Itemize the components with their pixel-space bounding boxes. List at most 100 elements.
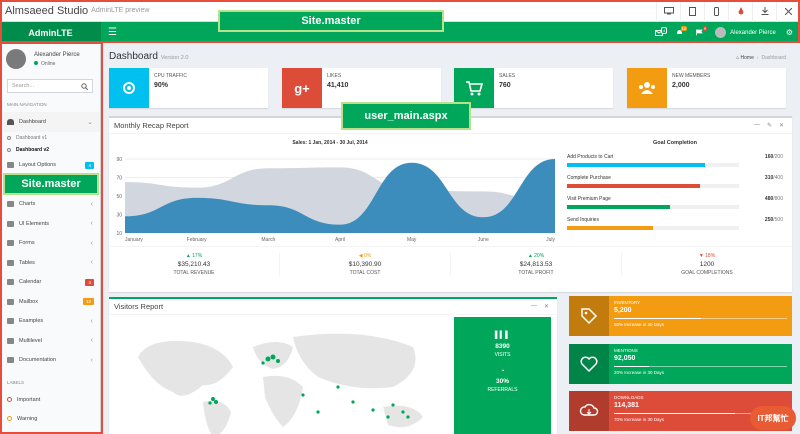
world-map bbox=[138, 333, 423, 434]
close-icon[interactable]: ✕ bbox=[544, 303, 549, 310]
breadcrumb-current: Dashboard bbox=[761, 55, 786, 61]
google-plus-icon: g+ bbox=[282, 68, 322, 108]
stat-value: $24,813.53 bbox=[519, 261, 553, 268]
heart-icon bbox=[569, 344, 609, 384]
goal-total: /400 bbox=[773, 175, 783, 181]
annotation-site-master-left: Site.master bbox=[3, 173, 99, 195]
users-icon bbox=[627, 68, 667, 108]
y-tick-label: 30 bbox=[116, 213, 122, 219]
pie-icon: ◔ bbox=[500, 368, 505, 375]
y-tick-label: 70 bbox=[116, 176, 122, 182]
box-title: Visitors Report bbox=[114, 302, 164, 311]
x-tick-label: January bbox=[125, 237, 143, 243]
info-box-cpu-traffic: CPU TRAFFIC 90% bbox=[109, 68, 268, 108]
recap-stat: ◀ 0% $10,390.90 TOTAL COST bbox=[280, 253, 451, 276]
stat-change: 17% bbox=[192, 253, 203, 259]
x-tick-label: June bbox=[478, 237, 489, 243]
stat-value: $10,390.90 bbox=[348, 261, 382, 268]
stat-change: 20% bbox=[534, 253, 545, 259]
y-tick-label: 90 bbox=[116, 157, 122, 163]
progress-bar bbox=[614, 366, 787, 367]
info-box-label: SALES bbox=[499, 73, 516, 79]
progress-bar bbox=[567, 205, 739, 209]
stat-box-value: 5,200 bbox=[614, 307, 632, 314]
progress-bar bbox=[567, 226, 739, 230]
visitors-report-box: Visitors Report — ✕ ▌▍▌ 8390 VISITS ◔ 30%… bbox=[109, 297, 557, 434]
breadcrumb: ⌂ Home › Dashboard bbox=[736, 55, 786, 61]
info-box-value: 41,410 bbox=[327, 82, 349, 89]
caret-up-icon: ▲ bbox=[527, 253, 533, 259]
x-tick-label: May bbox=[407, 237, 417, 243]
bars-icon: ▌▍▌ bbox=[494, 332, 511, 339]
annotation-user-main: user_main.aspx bbox=[341, 102, 471, 130]
stat-label: TOTAL REVENUE bbox=[173, 270, 215, 276]
recap-stat: ▼ 18% 1200 GOAL COMPLETIONS bbox=[622, 253, 792, 276]
info-box-value: 90% bbox=[154, 82, 169, 89]
referrals-value: 30% bbox=[495, 378, 509, 385]
x-tick-label: February bbox=[187, 237, 208, 243]
goal-total: /500 bbox=[773, 217, 783, 223]
goal-total: /200 bbox=[773, 154, 783, 160]
collapse-icon[interactable]: — bbox=[531, 303, 537, 310]
goal-title: Goal Completion bbox=[653, 140, 697, 146]
goal-progress: Complete Purchase 310/400 bbox=[567, 175, 783, 196]
breadcrumb-home[interactable]: Home bbox=[741, 55, 754, 61]
box-title: Monthly Recap Report bbox=[114, 121, 189, 130]
stat-value: 1200 bbox=[699, 261, 715, 268]
home-icon: ⌂ bbox=[736, 55, 740, 61]
sales-chart: 90 70 50 30 10January February March April May Ju… bbox=[116, 157, 555, 243]
tag-icon bbox=[569, 296, 609, 336]
stat-box-label: DOWNLOADS bbox=[614, 395, 644, 400]
visitors-stats-panel: ▌▍▌ 8390 VISITS ◔ 30% REFERRALS bbox=[454, 317, 551, 434]
stat-label: TOTAL PROFIT bbox=[518, 270, 554, 276]
stat-box-inventory: INVENTORY 5,200 50% Increase in 30 Days bbox=[569, 296, 792, 336]
watermark: IT邦幫忙 bbox=[750, 406, 796, 430]
goal-total: /800 bbox=[773, 196, 783, 202]
page-title: Dashboard Version 2.0 bbox=[109, 51, 189, 62]
stat-box-mentions: MENTIONS 92,050 20% Increase in 30 Days bbox=[569, 344, 792, 384]
info-box-value: 2,000 bbox=[672, 82, 690, 89]
collapse-icon[interactable]: — bbox=[754, 122, 760, 129]
x-tick-label: July bbox=[546, 237, 555, 243]
stat-value: $35,210.43 bbox=[177, 261, 211, 268]
stat-box-desc: 20% Increase in 30 Days bbox=[614, 370, 665, 375]
recap-stat: ▲ 17% $35,210.43 TOTAL REVENUE bbox=[109, 253, 280, 276]
chart-title: Sales: 1 Jan, 2014 - 30 Jul, 2014 bbox=[292, 140, 368, 146]
close-icon[interactable]: ✕ bbox=[779, 122, 784, 129]
x-tick-label: April bbox=[335, 237, 345, 243]
wrench-icon[interactable]: ✎ bbox=[767, 122, 772, 129]
cloud-download-icon bbox=[569, 391, 609, 431]
stat-box-desc: 50% Increase in 30 Days bbox=[614, 322, 665, 327]
stat-box-label: MENTIONS bbox=[614, 348, 638, 353]
y-tick-label: 10 bbox=[116, 231, 122, 237]
goal-label: Visit Premium Page bbox=[567, 196, 611, 202]
visits-label: VISITS bbox=[494, 352, 511, 358]
stat-change: 18% bbox=[705, 253, 716, 259]
goal-value: 310 bbox=[764, 175, 774, 181]
recap-stat: ▲ 20% $24,813.53 TOTAL PROFIT bbox=[451, 253, 622, 276]
goal-label: Add Products to Cart bbox=[567, 154, 614, 160]
progress-bar bbox=[567, 163, 739, 167]
info-box-label: CPU TRAFFIC bbox=[154, 73, 187, 79]
caret-down-icon: ▼ bbox=[698, 253, 704, 259]
info-box-label: LIKES bbox=[327, 73, 342, 79]
info-box-label: NEW MEMBERS bbox=[672, 73, 711, 79]
stat-change: 0% bbox=[364, 253, 372, 259]
info-box-new-members: NEW MEMBERS 2,000 bbox=[627, 68, 786, 108]
goal-progress: Visit Premium Page 480/800 bbox=[567, 196, 783, 217]
gear-icon bbox=[109, 68, 149, 108]
annotation-frame-left bbox=[0, 42, 103, 434]
progress-bar bbox=[614, 318, 787, 319]
stat-box-value: 92,050 bbox=[614, 355, 636, 362]
monthly-recap-box: Monthly Recap Report — ✎ ✕ Sales: 1 Jan, 2… bbox=[109, 116, 792, 292]
stat-label: GOAL COMPLETIONS bbox=[681, 270, 733, 276]
info-box-sales: SALES 760 bbox=[454, 68, 613, 108]
goal-value: 480 bbox=[764, 196, 774, 202]
stat-label: TOTAL COST bbox=[349, 270, 381, 276]
referrals-label: REFERRALS bbox=[487, 387, 518, 393]
goal-progress: Add Products to Cart 160/200 bbox=[567, 154, 783, 175]
goal-label: Complete Purchase bbox=[567, 175, 611, 181]
caret-left-icon: ◀ bbox=[358, 253, 363, 259]
x-tick-label: March bbox=[261, 237, 275, 243]
y-tick-label: 50 bbox=[116, 194, 122, 200]
